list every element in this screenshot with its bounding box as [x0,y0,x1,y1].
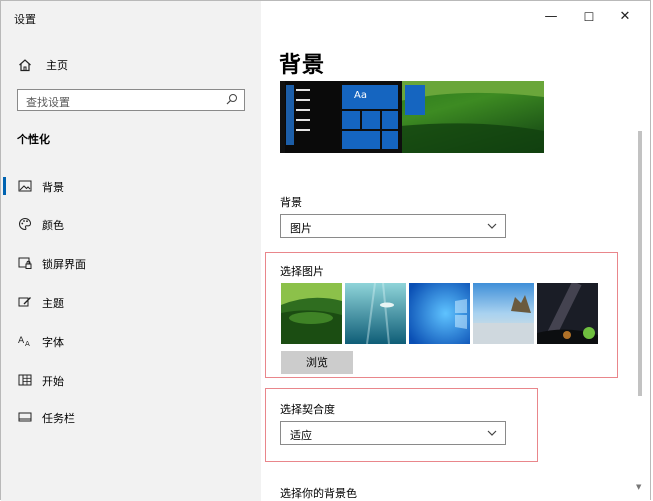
section-title: 个性化 [17,133,50,146]
thumbnail-underwater[interactable] [345,283,406,344]
scrollbar-thumb[interactable] [638,131,642,396]
sidebar-item-label: 字体 [42,336,64,349]
svg-text:A: A [25,340,30,348]
sidebar-item-label: 锁屏界面 [42,258,86,271]
close-button[interactable]: ✕ [615,9,635,25]
sidebar-item-label: 背景 [42,181,64,194]
sidebar-item-taskbar[interactable]: 任务栏 [1,402,261,432]
sidebar-item-label: 颜色 [42,219,64,232]
thumbnail-windows-blue[interactable] [409,283,470,344]
preview-image [280,81,544,153]
fit-label: 选择契合度 [280,403,335,416]
sidebar-item-themes[interactable]: 主题 [1,287,261,317]
palette-icon [19,217,32,231]
search-icon[interactable] [226,93,238,105]
background-label: 背景 [280,196,302,209]
sidebar-item-colors[interactable]: 颜色 [1,209,261,239]
background-dropdown[interactable]: 图片 [280,214,506,238]
scroll-down-arrow[interactable]: ▼ [636,483,641,491]
svg-text:A: A [18,336,25,346]
fit-dropdown[interactable]: 适应 [280,421,506,445]
start-icon [18,374,32,386]
thumbnail-green-landscape[interactable] [281,283,342,344]
sidebar-item-fonts[interactable]: A A 字体 [1,326,261,356]
brush-icon [18,297,31,307]
home-label: 主页 [46,59,68,72]
background-preview: Aa [280,81,544,153]
home-nav-item[interactable]: 主页 [18,57,68,73]
font-icon: A A [18,336,30,348]
window-title: 设置 [14,13,36,26]
minimize-button[interactable]: — [541,9,561,25]
sidebar-item-start[interactable]: 开始 [1,365,261,395]
selected-indicator [3,177,6,195]
search-input[interactable]: 查找设置 [17,89,245,111]
sidebar-item-label: 主题 [42,297,64,310]
picture-icon [18,180,32,192]
sidebar-item-label: 任务栏 [42,412,75,425]
browse-button[interactable]: 浏览 [281,351,353,374]
preview-tile-text: Aa [354,90,367,101]
background-color-label: 选择你的背景色 [280,487,357,500]
thumbnail-night-sky[interactable] [537,283,598,344]
chevron-down-icon [487,223,497,229]
choose-picture-label: 选择图片 [280,265,324,278]
chevron-down-icon [487,430,497,436]
search-placeholder: 查找设置 [26,96,70,109]
sidebar-item-background[interactable]: 背景 [1,171,261,201]
lock-screen-icon [18,257,32,269]
fit-dropdown-value: 适应 [290,429,312,442]
sidebar-item-lock-screen[interactable]: 锁屏界面 [1,248,261,278]
sidebar-item-label: 开始 [42,375,64,388]
settings-window: 设置 主页 查找设置 个性化 背景 颜色 锁屏界面 主题 A A 字体 开始 任… [0,0,651,501]
home-icon [19,59,31,72]
taskbar-icon [18,412,32,422]
sidebar: 设置 主页 查找设置 个性化 背景 颜色 锁屏界面 主题 A A 字体 开始 任… [1,1,261,501]
page-title: 背景 [279,53,326,78]
thumbnail-beach-rocks[interactable] [473,283,534,344]
maximize-button[interactable]: ☐ [579,9,599,25]
background-dropdown-value: 图片 [290,222,312,235]
